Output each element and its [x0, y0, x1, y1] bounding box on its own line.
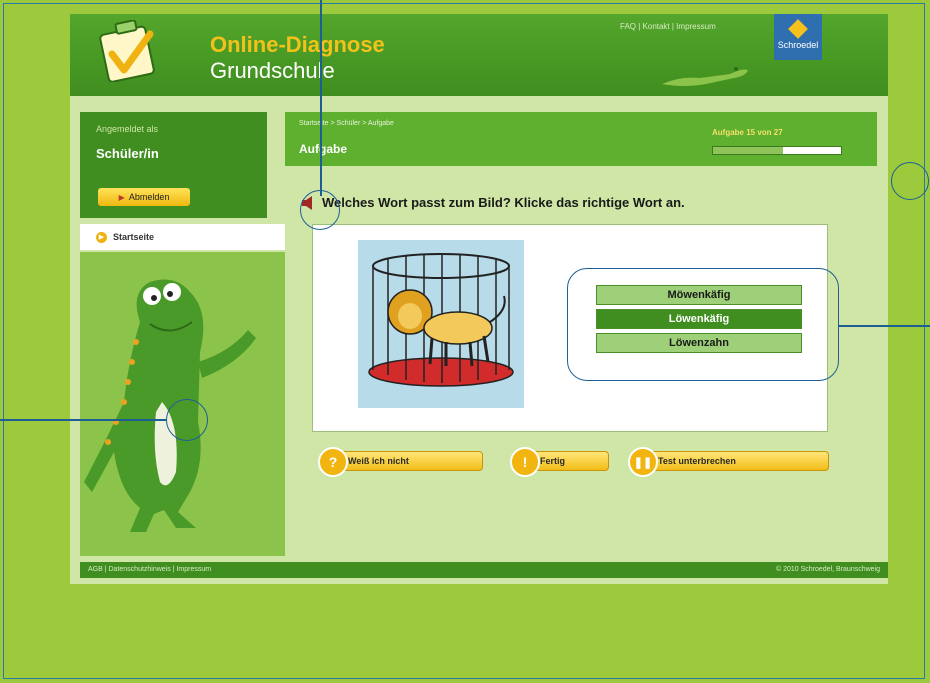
callout-circle-crocodile: [166, 399, 208, 441]
pause-label: Test unterbrechen: [658, 456, 736, 466]
logout-label: Abmelden: [128, 192, 170, 202]
play-arrow-icon: ▶: [118, 192, 125, 202]
question-mark-icon: ?: [318, 447, 348, 477]
task-progress-bar: [712, 146, 842, 155]
user-role: Schüler/in: [96, 146, 159, 161]
top-links[interactable]: FAQ | Kontakt | Impressum: [620, 22, 716, 31]
footer: AGB | Datenschutzhinweis | Impressum © 2…: [80, 562, 888, 578]
sidebar-item-startseite[interactable]: ▶ Startseite: [80, 224, 285, 250]
callout-circle-right: [891, 162, 929, 200]
callout-line-options: [839, 325, 930, 327]
page-title: Aufgabe: [299, 142, 347, 156]
question-text: Welches Wort passt zum Bild? Klicke das …: [322, 195, 685, 210]
callout-circle-speaker: [300, 190, 340, 230]
task-counter: Aufgabe 15 von 27: [712, 128, 783, 137]
footer-links[interactable]: AGB | Datenschutzhinweis | Impressum: [88, 566, 211, 573]
brand-subtitle: Grundschule: [210, 58, 335, 83]
arrow-circle-icon: ▶: [96, 231, 107, 243]
done-label: Fertig: [540, 456, 566, 466]
lion-in-cage-image: [358, 240, 524, 408]
logged-in-label: Angemeldet als: [96, 124, 159, 134]
login-panel: Angemeldet als Schüler/in ▶ Abmelden: [80, 112, 267, 218]
pause-test-button[interactable]: ❚❚ Test unterbrechen: [628, 447, 829, 477]
header: Online-Diagnose Grundschule FAQ | Kontak…: [70, 14, 888, 96]
action-bar: ? Weiß ich nicht ! Fertig ❚❚ Test unterb…: [313, 447, 873, 477]
checklist-logo-icon[interactable]: [98, 19, 162, 83]
logout-button[interactable]: ▶ Abmelden: [98, 188, 190, 206]
task-header: Startseite > Schüler > Aufgabe Aufgabe A…: [285, 112, 877, 166]
publisher-name: Schroedel: [777, 40, 819, 50]
pause-icon: ❚❚: [628, 447, 658, 477]
sidebar-item-label: Startseite: [113, 232, 155, 242]
copyright: © 2010 Schroedel, Braunschweig: [776, 566, 880, 573]
dont-know-button[interactable]: ? Weiß ich nicht: [318, 447, 483, 477]
question-row: Welches Wort passt zum Bild? Klicke das …: [300, 195, 685, 210]
callout-box-options: [567, 268, 839, 381]
crocodile-header-icon: [660, 54, 750, 90]
breadcrumb[interactable]: Startseite > Schüler > Aufgabe: [299, 120, 394, 127]
schroedel-diamond-icon: [788, 19, 808, 39]
schroedel-logo[interactable]: Schroedel: [774, 14, 822, 60]
callout-line-speaker: [320, 0, 322, 196]
task-progress-fill: [713, 147, 784, 154]
dont-know-label: Weiß ich nicht: [348, 456, 409, 466]
done-button[interactable]: ! Fertig: [510, 447, 609, 477]
exclamation-icon: !: [510, 447, 540, 477]
callout-line-crocodile: [0, 419, 167, 421]
brand-title: Online-Diagnose: [210, 32, 385, 57]
